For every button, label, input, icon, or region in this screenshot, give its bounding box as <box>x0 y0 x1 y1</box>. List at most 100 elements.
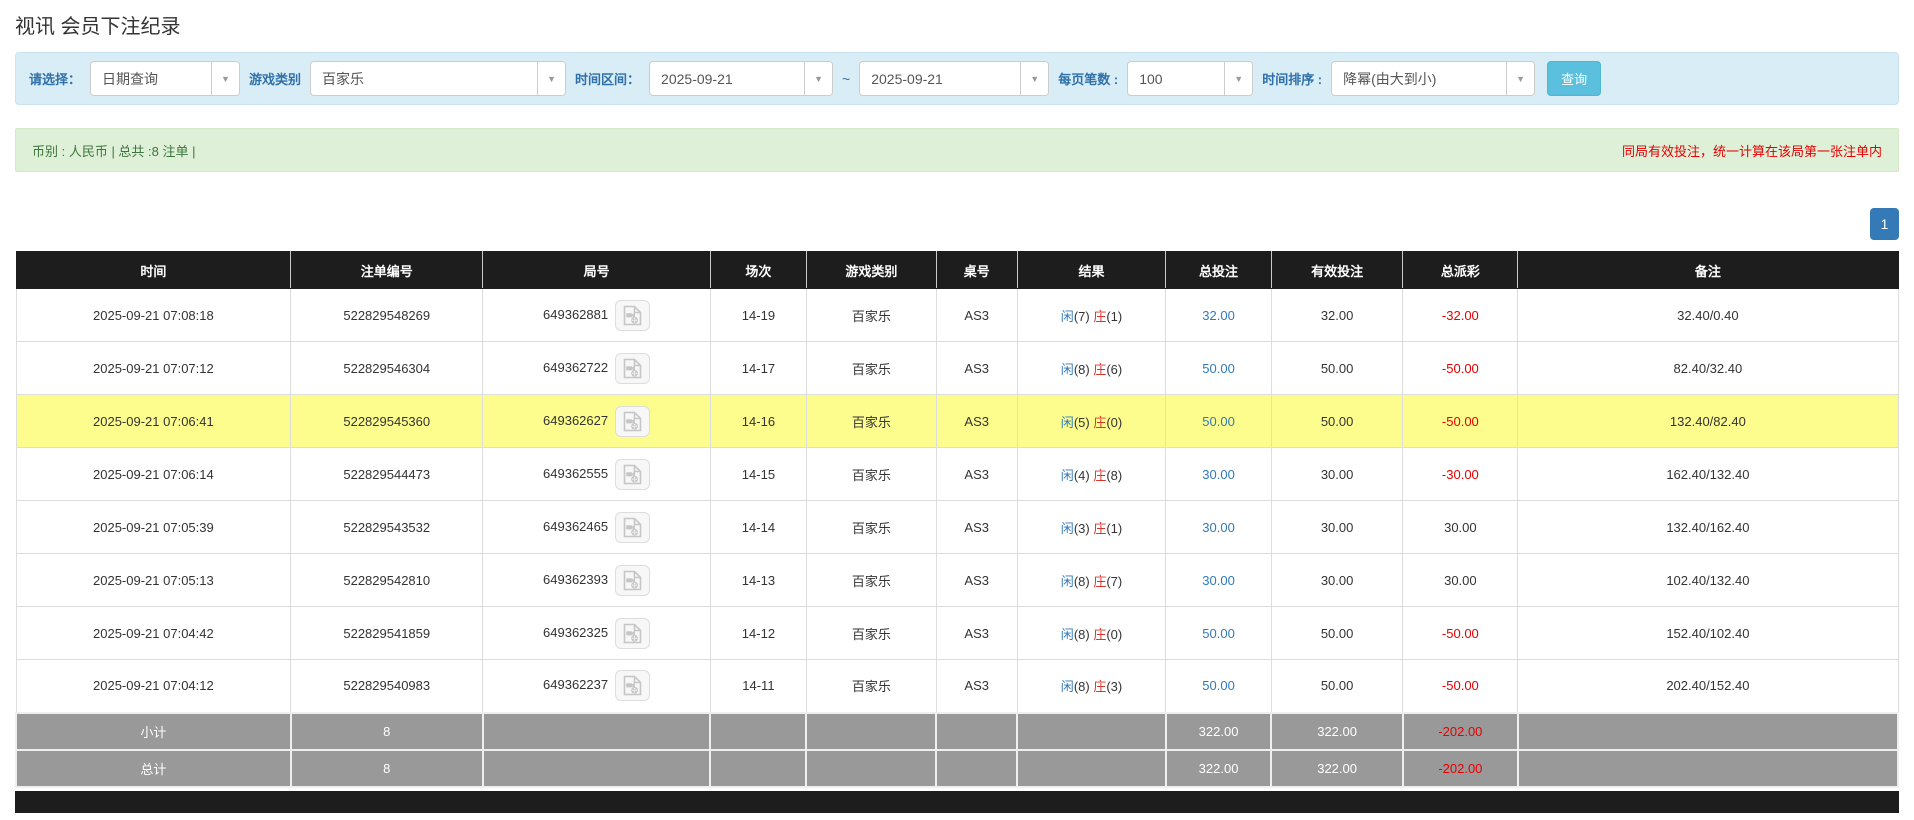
empty-cell <box>1016 711 1167 751</box>
total-bet-cell: 32.00 <box>1165 288 1272 342</box>
subtotal-payout-cell: -202.00 <box>1401 711 1519 751</box>
bet-time-cell: 2025-09-21 07:04:42 <box>15 606 292 660</box>
chevron-down-icon: ▼ <box>1506 62 1535 95</box>
valid-bet-cell: 32.00 <box>1270 288 1404 342</box>
date-from-input[interactable]: 2025-09-21 ▼ <box>649 61 834 96</box>
total-bet-link[interactable]: 50.00 <box>1202 678 1235 693</box>
date-to-input[interactable]: 2025-09-21 ▼ <box>859 61 1050 96</box>
game-type-select[interactable]: 百家乐 ▼ <box>310 61 567 96</box>
video-replay-button[interactable] <box>615 564 651 596</box>
pagination-page-1[interactable]: 1 <box>1870 208 1899 240</box>
total-row: 总计 8 322.00 322.00 -202.00 <box>15 748 1900 788</box>
video-replay-button[interactable] <box>615 299 651 331</box>
total-bet-link[interactable]: 50.00 <box>1202 361 1235 376</box>
subtotal-count-cell: 8 <box>289 711 484 751</box>
video-replay-button[interactable] <box>615 670 651 702</box>
table-id-cell: AS3 <box>935 500 1018 554</box>
round-cell: 649362555 <box>482 447 711 501</box>
video-file-icon <box>623 623 642 644</box>
video-replay-button[interactable] <box>615 352 651 384</box>
session-cell: 14-13 <box>709 553 807 607</box>
subtotal-payout-value: -202.00 <box>1438 723 1483 739</box>
bet-id-cell: 522829542810 <box>290 553 484 607</box>
video-replay-button[interactable] <box>615 405 651 437</box>
table-row: 2025-09-21 07:07:12 522829546304 649362722… <box>15 341 1899 395</box>
table-header: 时间 注单编号 局号 场次 游戏类别 桌号 结果 总投注 有效投注 总派彩 备注 <box>15 251 1899 289</box>
banker-result-value: (6) <box>1106 361 1123 377</box>
payout-cell: -50.00 <box>1402 394 1519 448</box>
bet-id-cell: 522829546304 <box>290 341 484 395</box>
bet-time-cell: 2025-09-21 07:05:13 <box>15 553 292 607</box>
player-result-label: 闲 <box>1060 467 1074 483</box>
table-id-cell: AS3 <box>935 659 1018 713</box>
valid-bet-cell: 50.00 <box>1270 659 1404 713</box>
round-id: 649362465 <box>543 518 609 534</box>
banker-result-label: 庄 <box>1093 308 1107 324</box>
total-bet-link[interactable]: 30.00 <box>1202 467 1235 482</box>
banker-result-value: (3) <box>1106 679 1123 695</box>
video-file-icon <box>623 358 642 379</box>
player-result-value: (7) <box>1073 308 1094 324</box>
table-id-cell: AS3 <box>935 606 1018 660</box>
total-bet-link[interactable]: 30.00 <box>1202 573 1235 588</box>
date-range-separator: ~ <box>842 70 851 87</box>
total-bet-link[interactable]: 30.00 <box>1202 520 1235 535</box>
total-bet-link[interactable]: 50.00 <box>1202 414 1235 429</box>
page-size-select[interactable]: 100 ▼ <box>1127 61 1254 96</box>
remark-cell: 102.40/132.40 <box>1517 553 1899 607</box>
video-file-icon <box>623 305 642 326</box>
banker-result-label: 庄 <box>1093 573 1107 589</box>
player-result-label: 闲 <box>1060 626 1074 642</box>
total-bet-cell: 30.00 <box>1165 553 1272 607</box>
subtotal-remark-cell <box>1516 711 1900 751</box>
video-file-icon <box>623 411 642 432</box>
search-button[interactable]: 查询 <box>1547 61 1602 96</box>
chevron-down-icon: ▼ <box>537 62 566 95</box>
banker-result-label: 庄 <box>1093 520 1107 536</box>
video-replay-button[interactable] <box>615 511 651 543</box>
bet-time-cell: 2025-09-21 07:04:12 <box>15 659 292 713</box>
valid-bet-cell: 50.00 <box>1270 341 1404 395</box>
result-cell: 闲(8) 庄(7) <box>1016 553 1167 607</box>
column-header: 结果 <box>1016 251 1167 289</box>
round-id: 649362393 <box>543 571 609 587</box>
bet-id-cell: 522829548269 <box>290 288 484 342</box>
sort-order-select[interactable]: 降幂(由大到小) ▼ <box>1331 61 1536 96</box>
empty-cell <box>805 711 938 751</box>
bet-time-cell: 2025-09-21 07:05:39 <box>15 500 292 554</box>
date-range-label: 时间区间： <box>575 72 641 87</box>
payout-cell: -50.00 <box>1402 659 1519 713</box>
column-header: 游戏类别 <box>805 251 937 289</box>
valid-bet-cell: 50.00 <box>1270 394 1404 448</box>
column-header: 备注 <box>1517 251 1899 289</box>
remark-cell: 202.40/152.40 <box>1517 659 1899 713</box>
result-cell: 闲(8) 庄(0) <box>1016 606 1167 660</box>
column-header: 局号 <box>482 251 711 289</box>
payout-cell: 30.00 <box>1402 500 1519 554</box>
column-header: 总派彩 <box>1402 251 1519 289</box>
game-type-cell: 百家乐 <box>805 447 937 501</box>
query-type-select[interactable]: 日期查询 ▼ <box>90 61 241 96</box>
banker-result-label: 庄 <box>1093 467 1107 483</box>
column-header: 注单编号 <box>290 251 484 289</box>
payout-cell: -50.00 <box>1402 606 1519 660</box>
video-replay-button[interactable] <box>615 458 651 490</box>
valid-bet-cell: 30.00 <box>1270 447 1404 501</box>
column-header: 有效投注 <box>1270 251 1404 289</box>
player-result-label: 闲 <box>1060 361 1074 377</box>
video-file-icon <box>623 675 642 696</box>
total-label-cell: 总计 <box>15 748 292 788</box>
date-from-value: 2025-09-21 <box>661 70 733 87</box>
table-id-cell: AS3 <box>935 447 1018 501</box>
table-row: 2025-09-21 07:06:41 522829545360 649362627… <box>15 394 1899 448</box>
session-cell: 14-15 <box>709 447 807 501</box>
valid-bet-cell: 30.00 <box>1270 553 1404 607</box>
query-type-value: 日期查询 <box>102 70 159 87</box>
valid-bet-cell: 50.00 <box>1270 606 1404 660</box>
session-cell: 14-16 <box>709 394 807 448</box>
total-bet-link[interactable]: 32.00 <box>1202 308 1235 323</box>
subtotal-valid-bet-cell: 322.00 <box>1270 711 1404 751</box>
video-replay-button[interactable] <box>615 617 651 649</box>
total-bet-link[interactable]: 50.00 <box>1202 626 1235 641</box>
table-row: 2025-09-21 07:04:42 522829541859 649362325… <box>15 606 1899 660</box>
